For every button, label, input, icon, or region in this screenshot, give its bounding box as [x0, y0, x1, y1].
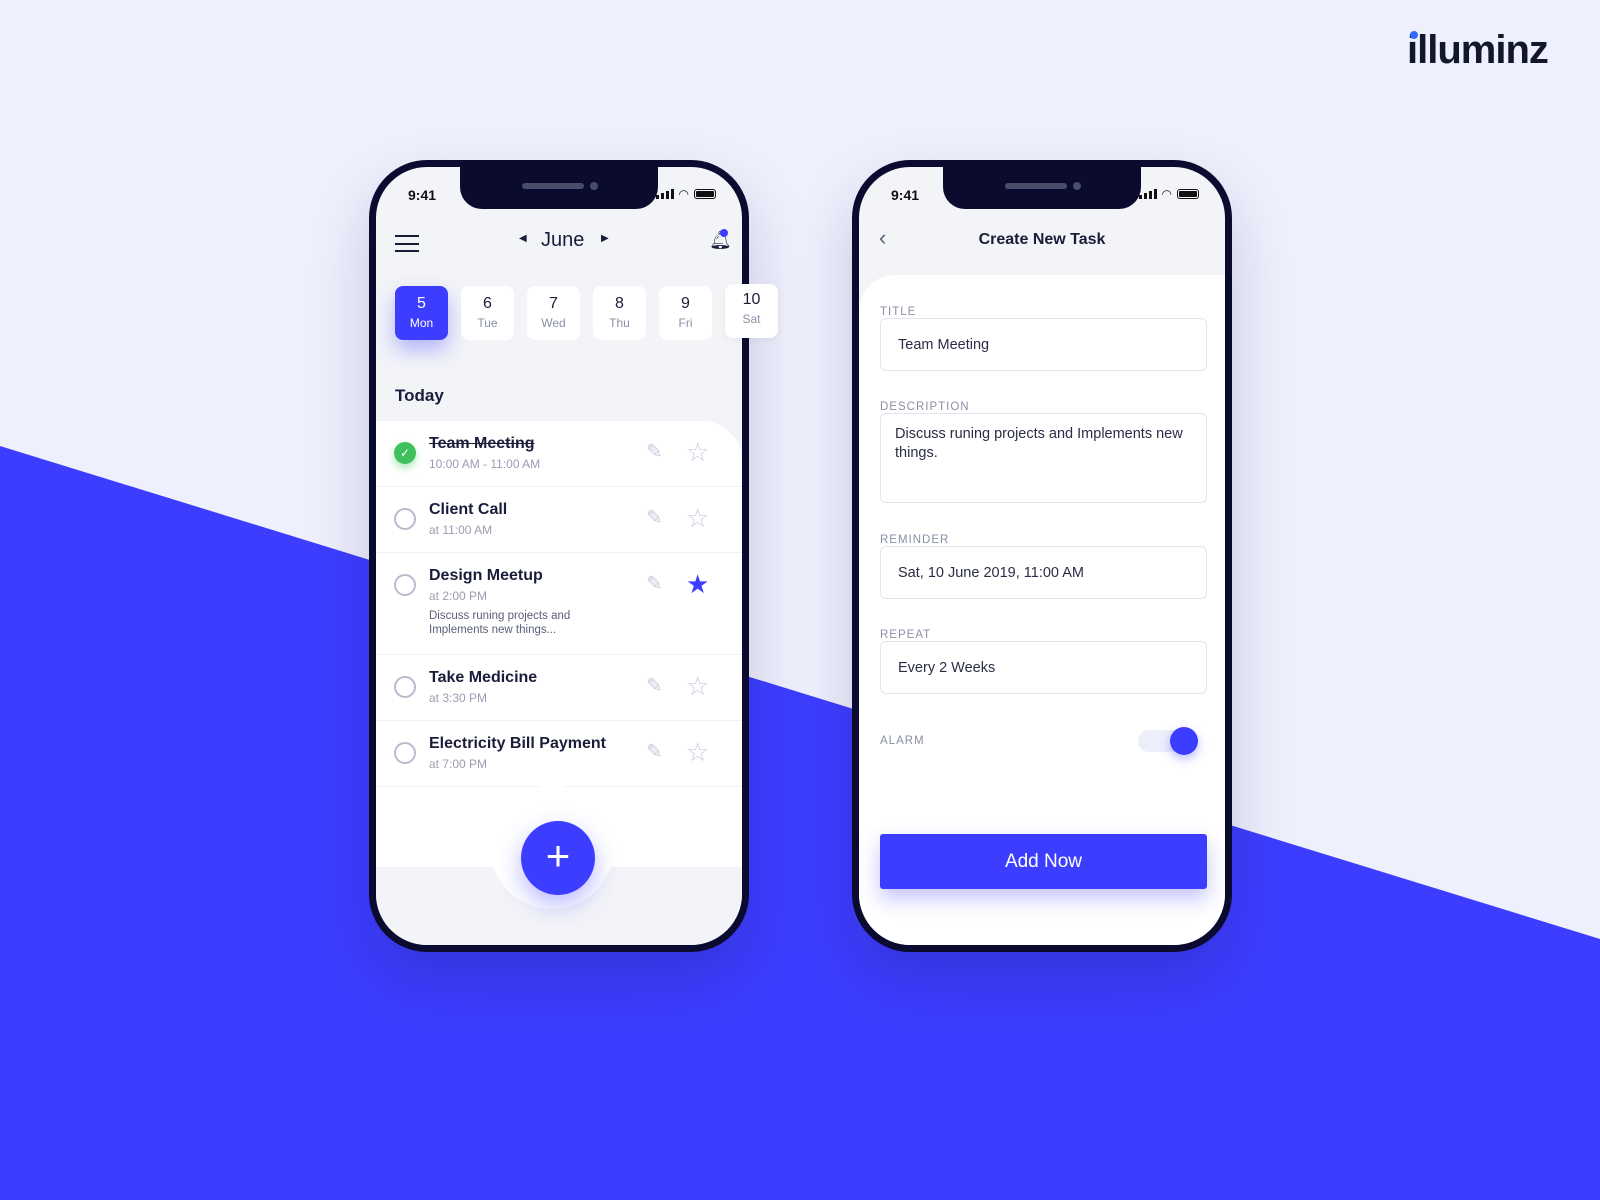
battery-icon	[1177, 189, 1199, 199]
repeat-label: REPEAT	[880, 629, 932, 641]
date-card-10[interactable]: 10 Sat	[725, 284, 778, 338]
signal-icon	[655, 189, 674, 199]
task-row[interactable]: ✓ Team Meeting 10:00 AM - 11:00 AM ✎ ☆	[376, 421, 742, 487]
title-input[interactable]: Team Meeting	[880, 318, 1207, 371]
bell-icon[interactable]: 🔔︎	[709, 229, 732, 251]
notch	[943, 167, 1141, 209]
phone-create-task: 9:41 ◠ ‹ Create New Task TITLE Team Meet…	[852, 160, 1232, 952]
add-task-fab[interactable]: +	[521, 821, 595, 895]
date-card-8[interactable]: 8 Thu	[593, 286, 646, 340]
task-form: TITLE Team Meeting DESCRIPTION Discuss r…	[859, 275, 1225, 945]
task-row[interactable]: Electricity Bill Payment at 7:00 PM ✎ ☆	[376, 721, 742, 787]
reminder-label: REMINDER	[880, 534, 950, 546]
description-label: DESCRIPTION	[880, 401, 970, 413]
task-time: at 7:00 PM	[429, 757, 488, 771]
add-now-button[interactable]: Add Now	[880, 834, 1207, 889]
status-icons: ◠	[1138, 187, 1199, 201]
month-title: June	[541, 229, 585, 251]
edit-pencil-icon[interactable]: ✎	[646, 673, 663, 698]
task-time: at 3:30 PM	[429, 691, 488, 705]
task-time: at 2:00 PM	[429, 589, 488, 603]
checkbox[interactable]	[394, 676, 416, 698]
edit-pencil-icon[interactable]: ✎	[646, 439, 663, 464]
date-card-5[interactable]: 5 Mon	[395, 286, 448, 340]
brand-logo: illuminz	[1407, 28, 1549, 72]
description-input[interactable]: Discuss runing projects and Implements n…	[880, 413, 1207, 503]
screen-title: Create New Task	[978, 231, 1106, 248]
menu-icon[interactable]	[395, 235, 419, 252]
task-time: 10:00 AM - 11:00 AM	[429, 457, 541, 471]
checkbox[interactable]	[394, 508, 416, 530]
task-description: Discuss runing projects and Implements n…	[429, 610, 571, 636]
date-card-9[interactable]: 9 Fri	[659, 286, 712, 340]
task-title: Design Meetup	[429, 567, 543, 584]
prev-month-icon[interactable]: ◀	[519, 233, 527, 244]
background-diagonal	[0, 446, 1600, 1200]
status-time: 9:41	[408, 187, 437, 203]
signal-icon	[1138, 189, 1157, 199]
star-icon[interactable]: ☆	[686, 439, 709, 465]
task-title: Team Meeting	[429, 435, 535, 452]
star-icon[interactable]: ☆	[686, 673, 709, 699]
next-month-icon[interactable]: ▶	[601, 233, 609, 244]
edit-pencil-icon[interactable]: ✎	[646, 571, 663, 596]
checkbox[interactable]	[394, 574, 416, 596]
edit-pencil-icon[interactable]: ✎	[646, 739, 663, 764]
checkbox[interactable]	[394, 742, 416, 764]
star-icon[interactable]: ☆	[686, 739, 709, 765]
status-icons: ◠	[655, 187, 716, 201]
task-row[interactable]: Client Call at 11:00 AM ✎ ☆	[376, 487, 742, 553]
edit-pencil-icon[interactable]: ✎	[646, 505, 663, 530]
wifi-icon: ◠	[1161, 187, 1172, 201]
alarm-toggle[interactable]	[1138, 727, 1198, 755]
star-icon[interactable]: ☆	[686, 505, 709, 531]
status-time: 9:41	[891, 187, 920, 203]
date-card-7[interactable]: 7 Wed	[527, 286, 580, 340]
task-row[interactable]: Design Meetup at 2:00 PM Discuss runing …	[376, 553, 742, 655]
repeat-select[interactable]: Every 2 Weeks	[880, 641, 1207, 694]
section-title: Today	[395, 386, 444, 405]
notch	[460, 167, 658, 209]
task-row[interactable]: Take Medicine at 3:30 PM ✎ ☆	[376, 655, 742, 721]
star-filled-icon[interactable]: ★	[686, 571, 709, 597]
task-time: at 11:00 AM	[429, 523, 493, 537]
battery-icon	[694, 189, 716, 199]
phone-task-list: 9:41 ◠ ◀ June ▶ 🔔︎ 5 Mon 6 Tue 7 Wed 8 Thu 9…	[369, 160, 749, 952]
alarm-label: ALARM	[880, 735, 925, 747]
task-title: Take Medicine	[429, 669, 538, 686]
reminder-input[interactable]: Sat, 10 June 2019, 11:00 AM	[880, 546, 1207, 599]
date-card-6[interactable]: 6 Tue	[461, 286, 514, 340]
task-title: Electricity Bill Payment	[429, 735, 606, 752]
checkbox-checked[interactable]: ✓	[394, 442, 416, 464]
title-label: TITLE	[880, 306, 917, 318]
wifi-icon: ◠	[678, 187, 689, 201]
task-title: Client Call	[429, 501, 508, 518]
